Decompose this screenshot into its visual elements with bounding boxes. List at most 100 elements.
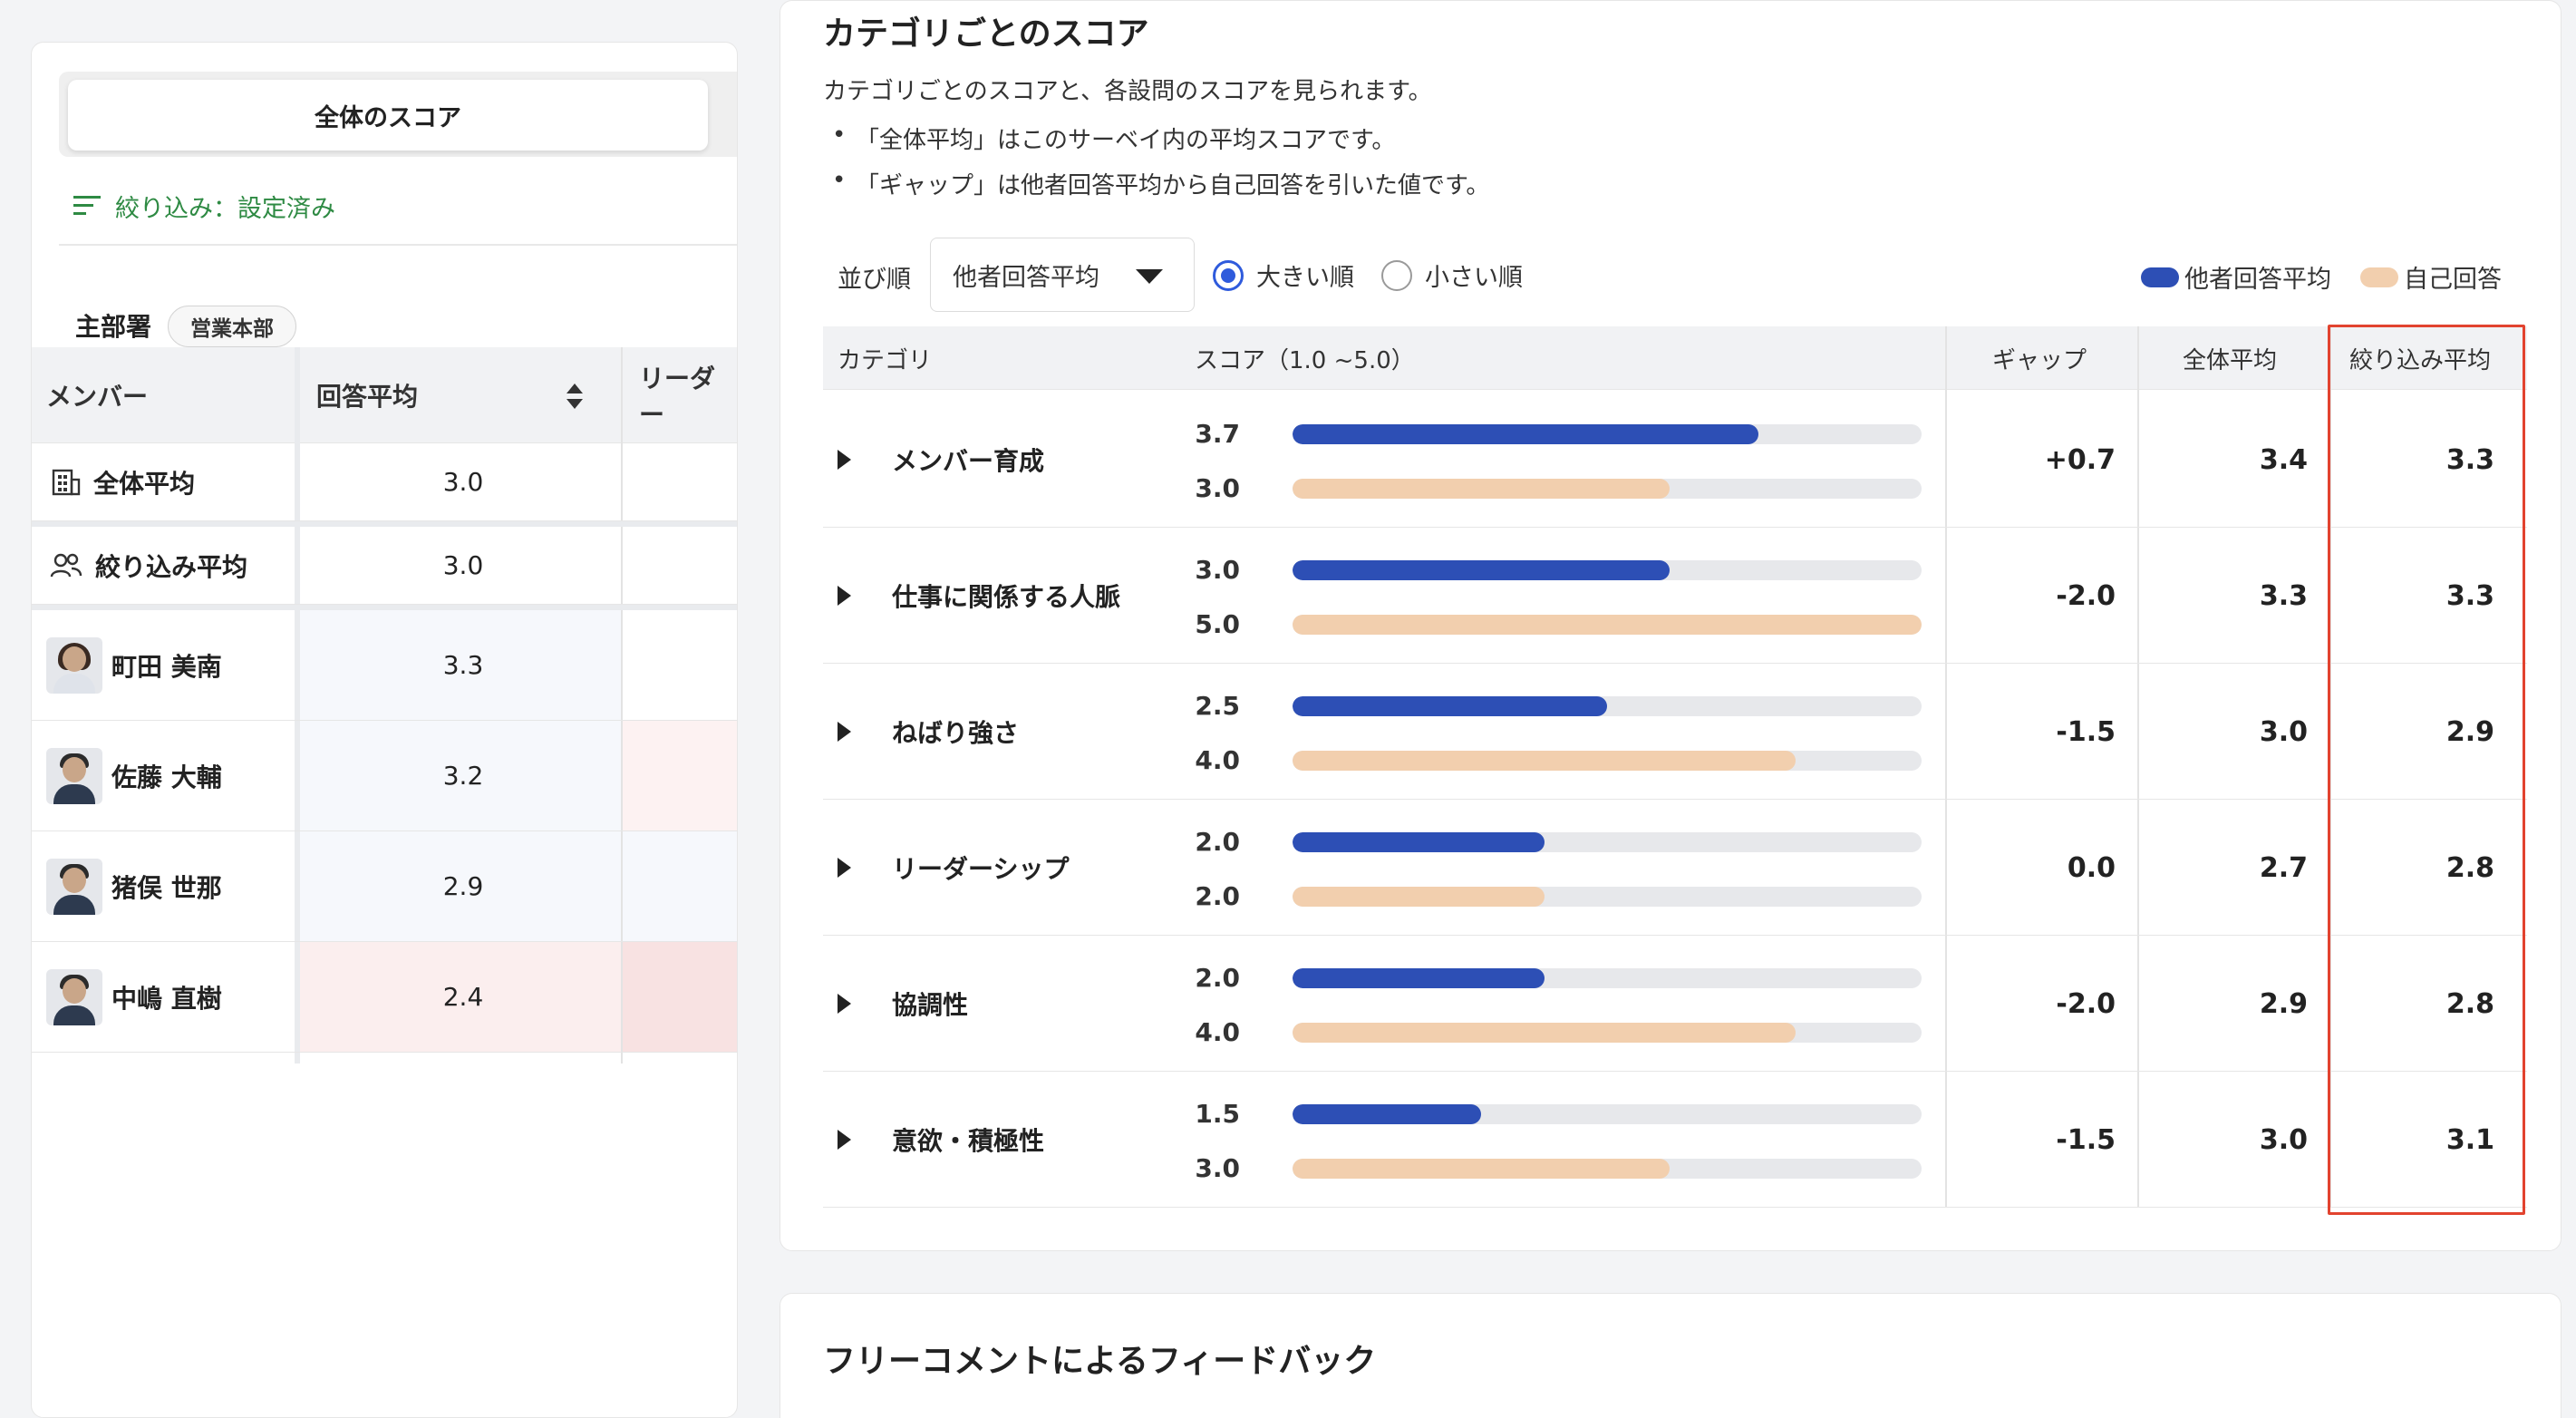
summary-name-cell: 絞り込み平均 <box>32 527 247 604</box>
summary-name-cell: 全体平均 <box>32 443 195 520</box>
self-score-bar <box>1293 751 1796 771</box>
category-row[interactable]: ねばり強さ 2.5 4.0 -1.5 3.0 2.9 <box>823 664 2527 800</box>
avatar <box>46 747 102 804</box>
member-panel: 全体のスコア 絞り込み：設定済み 主部署 営業本部 メンバー 回答平均 リーダー <box>31 42 738 1418</box>
section-description: カテゴリごとのスコアと、各設問のスコアを見られます。 <box>823 78 1432 105</box>
summary-row-value: 3.0 <box>442 467 484 497</box>
self-score-track <box>1293 615 1922 635</box>
others-score-bar <box>1293 1104 1482 1124</box>
self-score-bar <box>1293 615 1922 635</box>
expand-triangle-icon[interactable] <box>838 586 851 606</box>
member-name: 中嶋 直樹 <box>111 983 222 1014</box>
chevron-down-icon <box>1136 269 1163 284</box>
section-title: カテゴリごとのスコア <box>823 15 1149 53</box>
gap-value: 0.0 <box>2067 851 2116 884</box>
col-header-overall: 全体平均 <box>2183 346 2278 374</box>
col-header-leader[interactable]: リーダー <box>639 347 737 443</box>
overall-average-value: 3.4 <box>2259 443 2308 476</box>
member-name: 町田 美南 <box>111 651 222 682</box>
radio-desc[interactable]: 大きい順 <box>1213 257 1354 293</box>
category-row[interactable]: メンバー育成 3.7 3.0 +0.7 3.4 3.3 <box>823 392 2527 528</box>
col-header-category: カテゴリ <box>838 346 933 374</box>
legend-self: 自己回答 <box>2360 259 2502 295</box>
self-score-bar <box>1293 887 1545 907</box>
overall-average-value: 3.0 <box>2259 1123 2308 1156</box>
radio-selected-icon <box>1213 259 1244 291</box>
expand-triangle-icon[interactable] <box>838 858 851 878</box>
gap-value: -1.5 <box>2056 1123 2116 1156</box>
member-name-cell: 中嶋 直樹 <box>32 942 222 1052</box>
others-score-bar <box>1293 832 1545 852</box>
self-score-label: 4.0 <box>1195 1017 1240 1047</box>
legend-others: 他者回答平均 <box>2141 259 2331 295</box>
expand-triangle-icon[interactable] <box>838 1130 851 1150</box>
self-score-track <box>1293 887 1922 907</box>
radio-unselected-icon <box>1381 259 1412 291</box>
sort-label: 並び順 <box>838 266 911 294</box>
self-score-label: 4.0 <box>1195 745 1240 775</box>
self-score-bar <box>1293 479 1671 499</box>
legend-others-label: 他者回答平均 <box>2184 266 2331 294</box>
divider <box>59 244 737 246</box>
category-row[interactable]: 協調性 2.0 4.0 -2.0 2.9 2.8 <box>823 936 2527 1072</box>
others-score-label: 2.5 <box>1195 691 1240 721</box>
overall-average-value: 2.9 <box>2259 987 2308 1020</box>
radio-asc[interactable]: 小さい順 <box>1381 257 1523 293</box>
radio-asc-label: 小さい順 <box>1425 264 1523 292</box>
feedback-title: フリーコメントによるフィードバック <box>823 1343 1377 1380</box>
expand-triangle-icon[interactable] <box>838 450 851 470</box>
category-name: ねばり強さ <box>892 718 1020 748</box>
cell-bg <box>623 721 737 830</box>
member-row[interactable]: 猪俣 世那 2.9 <box>32 831 737 942</box>
overall-average-value: 2.7 <box>2259 851 2308 884</box>
member-average: 3.3 <box>442 650 484 680</box>
member-average: 2.9 <box>442 871 484 901</box>
summary-row-overall: 全体平均 3.0 <box>32 443 737 521</box>
others-score-bar <box>1293 560 1671 580</box>
others-score-track <box>1293 424 1922 444</box>
member-name-cell: 町田 美南 <box>32 610 222 720</box>
category-row[interactable]: リーダーシップ 2.0 2.0 0.0 2.7 2.8 <box>823 800 2527 936</box>
gap-value: -2.0 <box>2056 987 2116 1020</box>
member-row[interactable]: 佐藤 大輔 3.2 <box>32 721 737 831</box>
category-name: メンバー育成 <box>892 446 1045 476</box>
overall-average-value: 3.3 <box>2259 579 2308 612</box>
self-score-track <box>1293 1023 1922 1043</box>
self-score-track <box>1293 479 1922 499</box>
building-icon <box>52 469 81 495</box>
avatar <box>46 858 102 915</box>
tab-overall-score[interactable]: 全体のスコア <box>68 80 708 151</box>
member-name: 猪俣 世那 <box>111 872 222 903</box>
summary-row-label: 絞り込み平均 <box>95 551 248 582</box>
category-name: 仕事に関係する人脈 <box>892 582 1121 612</box>
sort-select[interactable]: 他者回答平均 <box>930 238 1195 312</box>
col-header-average[interactable]: 回答平均 <box>316 347 418 443</box>
highlight-frame <box>2328 325 2525 1215</box>
self-score-bar <box>1293 1159 1671 1179</box>
col-header-member: メンバー <box>46 382 149 412</box>
filter-status-label: 絞り込み：設定済み <box>115 194 335 223</box>
others-score-label: 2.0 <box>1195 963 1240 993</box>
gap-value: -1.5 <box>2056 715 2116 748</box>
description-bullet: 「ギャップ」は他者回答平均から自己回答を引いた値です。 <box>832 167 1489 200</box>
filter-icon <box>73 196 101 215</box>
self-score-label: 5.0 <box>1195 609 1240 639</box>
avatar <box>46 968 102 1025</box>
summary-row-label: 全体平均 <box>93 468 196 499</box>
others-score-track <box>1293 1104 1922 1124</box>
member-table-header: メンバー 回答平均 リーダー <box>32 347 737 443</box>
self-score-track <box>1293 1159 1922 1179</box>
others-score-track <box>1293 968 1922 988</box>
col-header-score: スコア（1.0 ~5.0） <box>1195 346 1415 374</box>
others-score-track <box>1293 832 1922 852</box>
category-row[interactable]: 仕事に関係する人脈 3.0 5.0 -2.0 3.3 3.3 <box>823 528 2527 664</box>
dept-label: 主部署 <box>75 312 152 342</box>
legend-swatch-others <box>2141 267 2179 287</box>
member-row[interactable]: 町田 美南 3.3 <box>32 610 737 721</box>
member-row[interactable]: 中嶋 直樹 2.4 <box>32 942 737 1053</box>
filter-status-link[interactable]: 絞り込み：設定済み <box>73 188 335 224</box>
expand-triangle-icon[interactable] <box>838 722 851 742</box>
expand-triangle-icon[interactable] <box>838 994 851 1014</box>
category-row[interactable]: 意欲・積極性 1.5 3.0 -1.5 3.0 3.1 <box>823 1072 2527 1208</box>
sort-icon[interactable] <box>565 382 585 411</box>
